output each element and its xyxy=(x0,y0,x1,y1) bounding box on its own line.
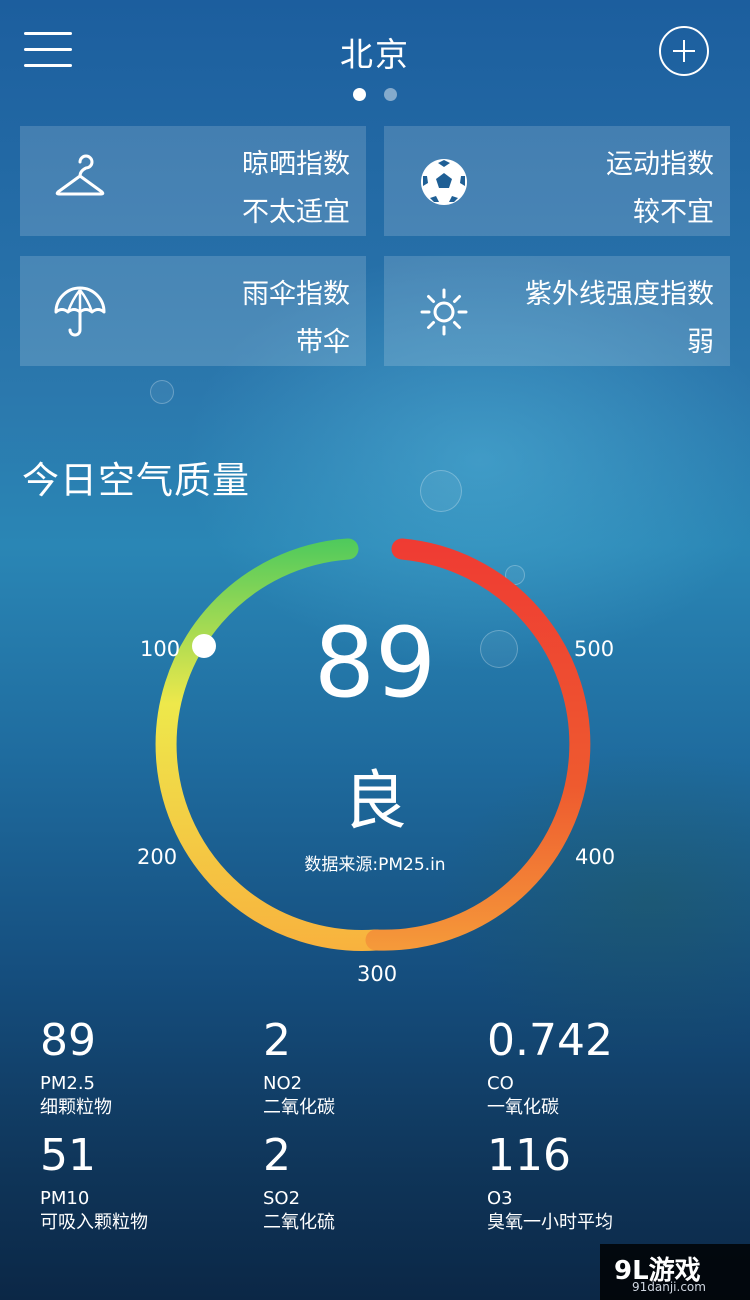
pollutant-value: 2 xyxy=(263,1130,291,1181)
bubble-decoration xyxy=(150,380,174,404)
pollutant-value: 51 xyxy=(40,1130,96,1181)
sun-icon xyxy=(420,288,468,336)
pollutant-name: O3 xyxy=(487,1188,513,1209)
gauge-label-300: 300 xyxy=(357,962,398,986)
pollutant-pm10: 51 PM10 可吸入颗粒物 xyxy=(40,1131,148,1235)
pollutant-desc: 二氧化碳 xyxy=(263,1097,335,1118)
index-value: 不太适宜 xyxy=(242,197,350,228)
index-value: 较不宜 xyxy=(633,197,714,228)
watermark-url: 91danji.com xyxy=(632,1280,706,1294)
pollutant-co: 0.742 CO 一氧化碳 xyxy=(487,1016,613,1120)
pollutant-pm25: 89 PM2.5 细颗粒物 xyxy=(40,1016,112,1120)
pollutant-name: CO xyxy=(487,1073,514,1094)
pollutant-desc: 可吸入颗粒物 xyxy=(40,1212,148,1233)
index-label: 雨伞指数 xyxy=(242,279,350,310)
pollutant-desc: 细颗粒物 xyxy=(40,1097,112,1118)
index-value: 弱 xyxy=(687,327,714,358)
page-indicator-dot[interactable] xyxy=(384,88,397,101)
pollutant-value: 2 xyxy=(263,1015,291,1066)
pollutant-name: SO2 xyxy=(263,1188,301,1209)
pollutant-name: NO2 xyxy=(263,1073,303,1094)
index-label: 运动指数 xyxy=(606,149,714,180)
index-card-uv[interactable]: 紫外线强度指数 弱 xyxy=(384,256,730,366)
index-card-umbrella[interactable]: 雨伞指数 带伞 xyxy=(20,256,366,366)
pollutant-name: PM2.5 xyxy=(40,1073,96,1094)
aqi-value: 89 xyxy=(313,607,437,719)
soccer-ball-icon xyxy=(421,159,467,205)
index-label: 紫外线强度指数 xyxy=(525,279,714,310)
air-quality-title: 今日空气质量 xyxy=(22,459,250,502)
pollutant-desc: 二氧化硫 xyxy=(263,1212,335,1233)
pollutant-value: 0.742 xyxy=(487,1015,613,1066)
aqi-grade: 良 xyxy=(343,765,407,839)
index-card-sport[interactable]: 运动指数 较不宜 xyxy=(384,126,730,236)
pollutant-value: 89 xyxy=(40,1015,96,1066)
add-city-button[interactable] xyxy=(659,26,709,76)
aqi-gauge xyxy=(155,538,591,951)
index-value: 带伞 xyxy=(296,327,350,358)
pollutant-desc: 一氧化碳 xyxy=(487,1097,559,1118)
pollutant-desc: 臭氧一小时平均 xyxy=(487,1212,613,1233)
watermark: 9L游戏 91danji.com xyxy=(600,1244,750,1300)
index-label: 晾晒指数 xyxy=(242,149,350,180)
pollutant-name: PM10 xyxy=(40,1188,90,1209)
pollutant-no2: 2 NO2 二氧化碳 xyxy=(263,1016,335,1120)
hanger-icon xyxy=(55,154,105,196)
umbrella-icon xyxy=(54,286,106,337)
pollutant-o3: 116 O3 臭氧一小时平均 xyxy=(487,1131,613,1235)
page-indicator-dot-active xyxy=(353,88,366,101)
pollutant-so2: 2 SO2 二氧化硫 xyxy=(263,1131,335,1235)
data-source: 数据来源:PM25.in xyxy=(304,855,446,875)
index-card-drying[interactable]: 晾晒指数 不太适宜 xyxy=(20,126,366,236)
city-title: 北京 xyxy=(340,35,410,74)
pollutant-value: 116 xyxy=(487,1130,571,1181)
